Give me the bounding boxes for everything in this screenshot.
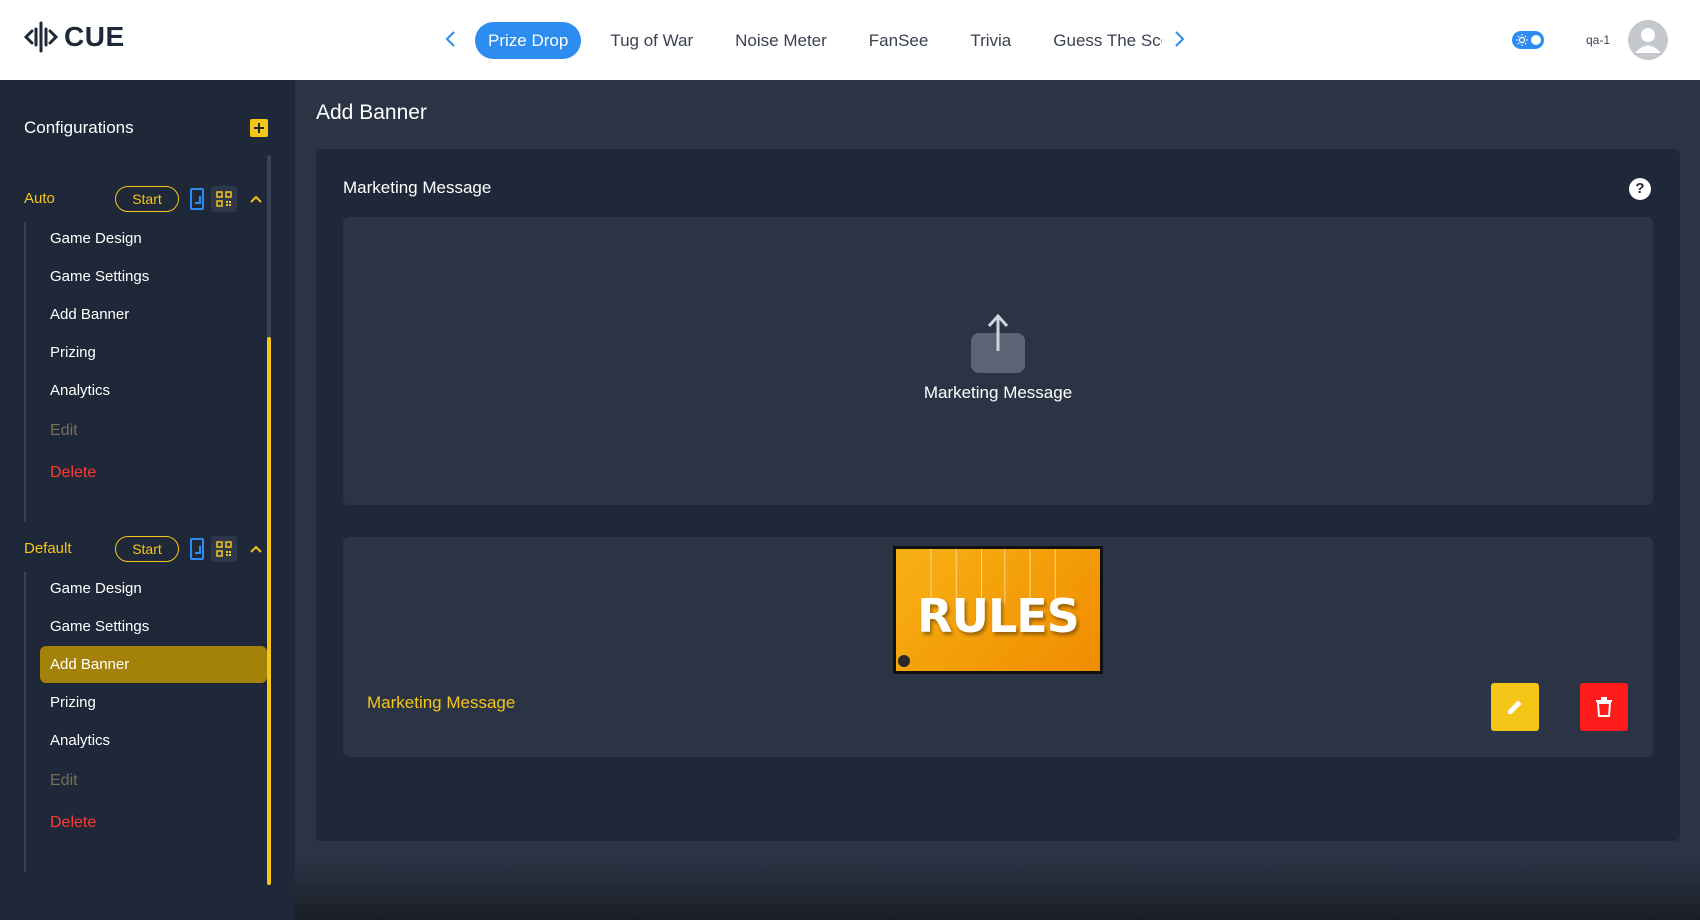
- add-configuration-button[interactable]: [250, 119, 268, 137]
- collapse-chevron-up-icon[interactable]: [249, 192, 263, 206]
- configurations-title: Configurations: [24, 118, 134, 137]
- start-button[interactable]: Start: [115, 186, 179, 212]
- edit-banner-button[interactable]: [1491, 683, 1539, 731]
- upload-dropzone[interactable]: Marketing Message: [343, 217, 1653, 505]
- start-button[interactable]: Start: [115, 536, 179, 562]
- upload-icon: [971, 313, 1025, 373]
- page-title: Add Banner: [316, 101, 427, 124]
- dropzone-label: Marketing Message: [923, 383, 1073, 402]
- banner-label: Marketing Message: [367, 693, 516, 712]
- toggle-knob: [1531, 35, 1541, 45]
- qr-code-icon[interactable]: [211, 536, 237, 562]
- nav-analytics[interactable]: Analytics: [40, 722, 267, 759]
- nav-prizing[interactable]: Prizing: [40, 684, 267, 721]
- mobile-preview-icon[interactable]: [190, 188, 204, 210]
- game-tabs: Prize Drop Tug of War Noise Meter FanSee…: [475, 22, 1162, 59]
- nav-analytics[interactable]: Analytics: [40, 372, 267, 409]
- nav-game-design[interactable]: Game Design: [40, 570, 267, 607]
- nav-game-design[interactable]: Game Design: [40, 220, 267, 257]
- config-group-auto: Auto Start: [24, 186, 274, 212]
- pencil-icon: [1508, 700, 1522, 714]
- qr-code-icon[interactable]: [211, 186, 237, 212]
- nav-game-settings[interactable]: Game Settings: [40, 608, 267, 645]
- group-name: Auto: [24, 190, 55, 207]
- sidebar: Configurations Auto Start Game Design Ga…: [0, 80, 295, 920]
- nav-add-banner[interactable]: Add Banner: [40, 296, 267, 333]
- banner-thumbnail[interactable]: RULES: [893, 546, 1103, 674]
- banner-image-text: RULES: [917, 589, 1080, 643]
- user-name: qa-1: [1586, 33, 1611, 47]
- nav-edit[interactable]: Edit: [40, 412, 267, 449]
- tab-noise-meter[interactable]: Noise Meter: [722, 22, 840, 59]
- tab-prize-drop[interactable]: Prize Drop: [475, 22, 582, 59]
- nav-prizing[interactable]: Prizing: [40, 334, 267, 371]
- tab-fansee[interactable]: FanSee: [856, 22, 942, 59]
- sun-icon: [1516, 34, 1528, 46]
- tabs-next-button[interactable]: [1167, 26, 1193, 52]
- sidebar-scroll-thumb[interactable]: [267, 337, 271, 885]
- user-avatar[interactable]: [1628, 20, 1668, 60]
- delete-banner-button[interactable]: [1580, 683, 1628, 731]
- logo-text: CUE: [64, 21, 125, 52]
- config-group-default: Default Start: [24, 536, 274, 562]
- tabs-prev-button[interactable]: [437, 26, 463, 52]
- nav-add-banner-active[interactable]: Add Banner: [40, 646, 267, 683]
- collapse-chevron-up-icon[interactable]: [249, 542, 263, 556]
- logo-waveform-icon: [24, 21, 58, 53]
- tab-guess-the-score[interactable]: Guess The Score: [1040, 22, 1162, 59]
- group-tree-line: [24, 222, 26, 522]
- group-name: Default: [24, 540, 72, 557]
- mobile-preview-icon[interactable]: [190, 538, 204, 560]
- nav-delete[interactable]: Delete: [40, 454, 267, 491]
- chevron-left-icon: [445, 31, 455, 47]
- group-tree-line: [24, 572, 26, 872]
- theme-toggle[interactable]: [1512, 31, 1544, 49]
- tab-trivia[interactable]: Trivia: [957, 22, 1024, 59]
- section-label: Marketing Message: [343, 178, 492, 197]
- image-badge-icon: [898, 655, 910, 667]
- user-icon: [1635, 28, 1661, 53]
- nav-edit[interactable]: Edit: [40, 762, 267, 799]
- nav-game-settings[interactable]: Game Settings: [40, 258, 267, 295]
- cue-logo[interactable]: CUE: [24, 20, 125, 54]
- nav-delete[interactable]: Delete: [40, 804, 267, 841]
- banner-item: RULES Marketing Message: [343, 537, 1653, 757]
- tab-tug-of-war[interactable]: Tug of War: [597, 22, 706, 59]
- help-icon[interactable]: ?: [1629, 178, 1651, 200]
- bottom-shade: [295, 860, 1700, 920]
- chevron-right-icon: [1175, 31, 1185, 47]
- trash-icon: [1596, 697, 1612, 717]
- top-header: CUE Prize Drop Tug of War Noise Meter Fa…: [0, 0, 1700, 80]
